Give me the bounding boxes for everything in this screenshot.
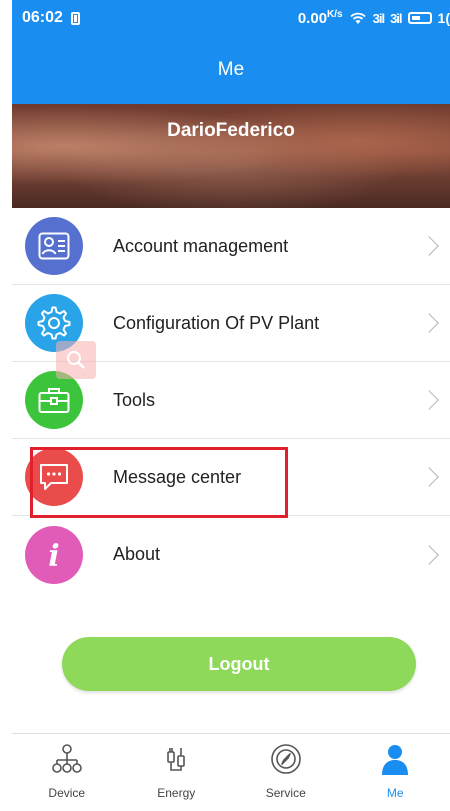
chevron-right-icon (419, 544, 439, 565)
nav-tab-energy[interactable]: Energy (122, 734, 232, 811)
chat-icon (25, 448, 83, 506)
nav-label: Energy (157, 786, 196, 800)
logout-label: Logout (208, 653, 270, 674)
energy-plug-icon (167, 748, 186, 771)
status-bar: 06:02 0.00K/s 3il 3il 1( (12, 0, 450, 36)
battery-level: 1( (437, 10, 450, 26)
bottom-nav: Device Energy Service Me (12, 733, 450, 811)
magnifier-icon (67, 351, 85, 369)
chevron-right-icon (419, 313, 439, 333)
net-speed-unit: K/s (327, 9, 343, 20)
chevron-right-icon (419, 467, 439, 487)
menu-item-label: Tools (113, 389, 156, 410)
status-right: 0.00K/s 3il 3il 1( (298, 9, 450, 27)
toolbox-icon (25, 371, 83, 429)
chevron-right-icon (419, 236, 439, 256)
status-left: 06:02 (22, 9, 80, 27)
wifi-icon (349, 12, 366, 24)
nav-label: Me (386, 786, 404, 800)
menu-item-label: Account management (113, 235, 289, 256)
menu-list: Account management Configuration Of PV P… (12, 208, 450, 593)
battery-icon (407, 12, 432, 24)
device-network-icon (51, 744, 82, 773)
app-screen: 06:02 0.00K/s 3il 3il 1( Me DarioFederic… (12, 0, 450, 811)
menu-item-label: About (113, 544, 161, 564)
menu-item-label: Message center (113, 466, 242, 487)
info-icon: i (25, 525, 83, 584)
nav-tab-device[interactable]: Device (12, 734, 122, 811)
menu-item-about[interactable]: i About (12, 516, 450, 593)
account-card-icon (25, 217, 83, 275)
net-speed: 0.00K/s (298, 9, 343, 27)
status-time: 06:02 (22, 9, 63, 26)
profile-banner: DarioFederico (12, 104, 450, 208)
net-speed-value: 0.00 (297, 10, 328, 27)
app-header: Me (12, 36, 450, 104)
service-compass-icon (270, 744, 301, 774)
menu-item-message-center[interactable]: Message center (12, 439, 450, 516)
nav-tab-service[interactable]: Service (231, 734, 341, 811)
left-gutter (0, 0, 12, 811)
sim-card-icon (70, 11, 80, 25)
svg-text:i: i (48, 539, 59, 572)
magnifier-overlay (56, 341, 96, 379)
nav-label: Service (265, 786, 306, 800)
menu-item-account-management[interactable]: Account management (12, 208, 450, 285)
person-icon (382, 745, 409, 775)
menu-item-label: Configuration Of PV Plant (113, 312, 320, 333)
profile-username: DarioFederico (167, 120, 295, 141)
page-title: Me (217, 59, 245, 80)
chevron-right-icon (419, 390, 439, 410)
nav-label: Device (48, 786, 86, 800)
logout-button[interactable]: Logout (62, 637, 416, 691)
signal-strength-icon: 3il (372, 10, 386, 26)
signal-strength-icon-2: 3il (390, 10, 403, 26)
nav-tab-me[interactable]: Me (341, 734, 450, 811)
